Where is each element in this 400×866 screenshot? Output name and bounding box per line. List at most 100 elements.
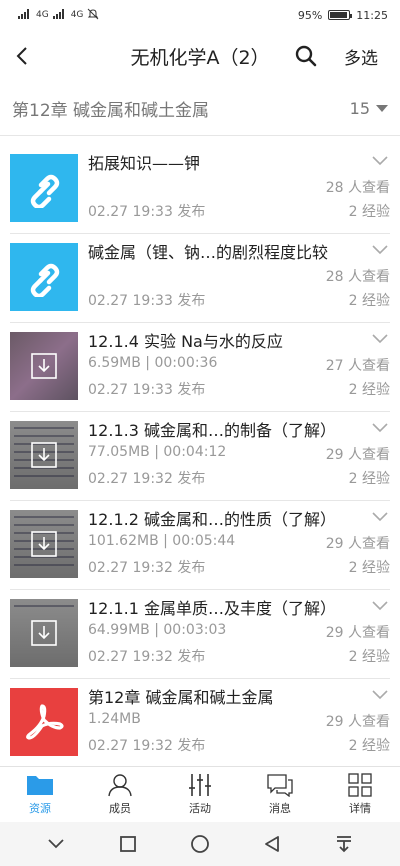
system-nav-bar (0, 822, 400, 866)
item-exp: 2 经验 (348, 382, 390, 398)
item-date: 02.27 19:32 发布 (88, 649, 206, 665)
item-meta-2: 02.27 19:32 发布 2 经验 (88, 468, 390, 488)
link-thumbnail (10, 154, 78, 222)
link-icon (30, 174, 60, 208)
item-views: 29 人查看 (325, 536, 390, 552)
item-title: 12.1.2 碱金属和…的性质（了解） (88, 510, 336, 529)
status-left: 4G 4G (18, 8, 99, 23)
tab-label: 消息 (269, 802, 291, 815)
link-thumbnail (10, 243, 78, 311)
item-info: 碱金属（锂、钠…的剧烈程度比较 28 人查看 02.27 19:33 发布 2 … (88, 233, 390, 322)
item-exp: 2 经验 (348, 649, 390, 665)
battery-percent: 95% (297, 8, 323, 22)
item-info: 12.1.1 金属单质…及丰度（了解） 64.99MB | 00:03:03 2… (88, 589, 390, 678)
item-views: 29 人查看 (325, 714, 390, 730)
item-exp: 2 经验 (348, 471, 390, 487)
search-icon (295, 45, 317, 67)
item-meta-1: 64.99MB | 00:03:03 29 人查看 (88, 622, 390, 642)
item-date: 02.27 19:32 发布 (88, 560, 206, 576)
item-meta-1: 6.59MB | 00:00:36 27 人查看 (88, 355, 390, 375)
item-meta-2: 02.27 19:32 发布 2 经验 (88, 735, 390, 755)
item-views: 29 人查看 (325, 447, 390, 463)
item-info: 12.1.4 实验 Na与水的反应 6.59MB | 00:00:36 27 人… (88, 322, 390, 411)
triangle-back-icon (265, 836, 279, 852)
download-icon (31, 353, 57, 379)
download-icon (31, 442, 57, 468)
list-item[interactable]: 第12章 碱金属和碱土金属 1.24MB 29 人查看 02.27 19:32 … (0, 678, 400, 767)
chapter-selector[interactable]: 第12章 碱金属和碱土金属 15 (0, 82, 400, 136)
grid-icon (348, 773, 372, 797)
video-thumbnail (10, 599, 78, 667)
dropdown-triangle-icon (376, 105, 388, 112)
chapter-count-value: 15 (349, 99, 370, 118)
tab-details[interactable]: 详情 (320, 767, 400, 822)
chevron-down-icon[interactable] (372, 334, 388, 344)
clock: 11:25 (356, 8, 388, 22)
list-item[interactable]: 12.1.3 碱金属和…的制备（了解） 77.05MB | 00:04:12 2… (0, 411, 400, 500)
tab-messages[interactable]: 消息 (240, 767, 320, 822)
header: 无机化学A（2） 多选 (0, 30, 400, 82)
item-title: 12.1.1 金属单质…及丰度（了解） (88, 599, 336, 618)
list-item[interactable]: 拓展知识——钾 28 人查看 02.27 19:33 发布 2 经验 (0, 144, 400, 233)
chevron-down-icon (48, 839, 64, 849)
search-button[interactable] (292, 42, 320, 70)
network-type-2: 4G (70, 10, 84, 20)
item-info: 第12章 碱金属和碱土金属 1.24MB 29 人查看 02.27 19:32 … (88, 678, 390, 767)
list-item[interactable]: 12.1.4 实验 Na与水的反应 6.59MB | 00:00:36 27 人… (0, 322, 400, 411)
item-meta-2: 02.27 19:33 发布 2 经验 (88, 379, 390, 399)
nav-recents-button[interactable] (108, 824, 148, 864)
video-thumbnail (10, 332, 78, 400)
multi-select-button[interactable]: 多选 (344, 44, 378, 69)
item-exp: 2 经验 (348, 293, 390, 309)
pdf-icon (26, 704, 64, 740)
item-info: 12.1.3 碱金属和…的制备（了解） 77.05MB | 00:04:12 2… (88, 411, 390, 500)
nav-back-button[interactable] (252, 824, 292, 864)
item-date: 02.27 19:32 发布 (88, 738, 206, 754)
chevron-down-icon[interactable] (372, 156, 388, 166)
item-exp: 2 经验 (348, 204, 390, 220)
chevron-down-icon[interactable] (372, 423, 388, 433)
item-meta-2: 02.27 19:32 发布 2 经验 (88, 646, 390, 666)
tab-resources[interactable]: 资源 (0, 767, 80, 822)
item-size: 64.99MB | 00:03:03 (88, 622, 227, 638)
nav-notification-button[interactable] (324, 824, 364, 864)
signal-icon-2 (52, 8, 67, 22)
item-views: 27 人查看 (325, 358, 390, 374)
download-icon (31, 531, 57, 557)
item-date: 02.27 19:32 发布 (88, 471, 206, 487)
item-date: 02.27 19:33 发布 (88, 204, 206, 220)
chevron-down-icon[interactable] (372, 690, 388, 700)
person-icon (108, 774, 132, 797)
list-item[interactable]: 12.1.1 金属单质…及丰度（了解） 64.99MB | 00:03:03 2… (0, 589, 400, 678)
nav-home-button[interactable] (180, 824, 220, 864)
item-info: 拓展知识——钾 28 人查看 02.27 19:33 发布 2 经验 (88, 144, 390, 233)
battery-icon (328, 10, 353, 20)
tab-members[interactable]: 成员 (80, 767, 160, 822)
tab-activities[interactable]: 活动 (160, 767, 240, 822)
folder-icon (27, 776, 53, 795)
page-title: 无机化学A（2） (130, 46, 270, 69)
item-date: 02.27 19:33 发布 (88, 382, 206, 398)
download-icon (31, 620, 57, 646)
nav-collapse-button[interactable] (36, 824, 76, 864)
back-button[interactable] (2, 30, 42, 82)
item-meta-2: 02.27 19:33 发布 2 经验 (88, 201, 390, 221)
doc-preview (14, 605, 74, 613)
item-meta-2: 02.27 19:32 发布 2 经验 (88, 557, 390, 577)
item-title: 拓展知识——钾 (88, 154, 201, 173)
item-meta-1: 28 人查看 (88, 266, 390, 286)
bottom-tab-bar: 资源 成员 活动 消息 详情 (0, 766, 400, 822)
chevron-down-icon[interactable] (372, 512, 388, 522)
link-icon (30, 263, 60, 297)
list-item[interactable]: 碱金属（锂、钠…的剧烈程度比较 28 人查看 02.27 19:33 发布 2 … (0, 233, 400, 322)
pdf-thumbnail (10, 688, 78, 756)
item-meta-1: 101.62MB | 00:05:44 29 人查看 (88, 533, 390, 553)
list-item[interactable]: 12.1.2 碱金属和…的性质（了解） 101.62MB | 00:05:44 … (0, 500, 400, 589)
status-bar: 4G 4G 95% 11:25 (0, 0, 400, 30)
item-meta-1: 77.05MB | 00:04:12 29 人查看 (88, 444, 390, 464)
chevron-down-icon[interactable] (372, 245, 388, 255)
item-size: 1.24MB (88, 711, 141, 727)
chevron-down-icon[interactable] (372, 601, 388, 611)
sliders-icon (189, 774, 211, 796)
item-title: 第12章 碱金属和碱土金属 (88, 688, 274, 707)
